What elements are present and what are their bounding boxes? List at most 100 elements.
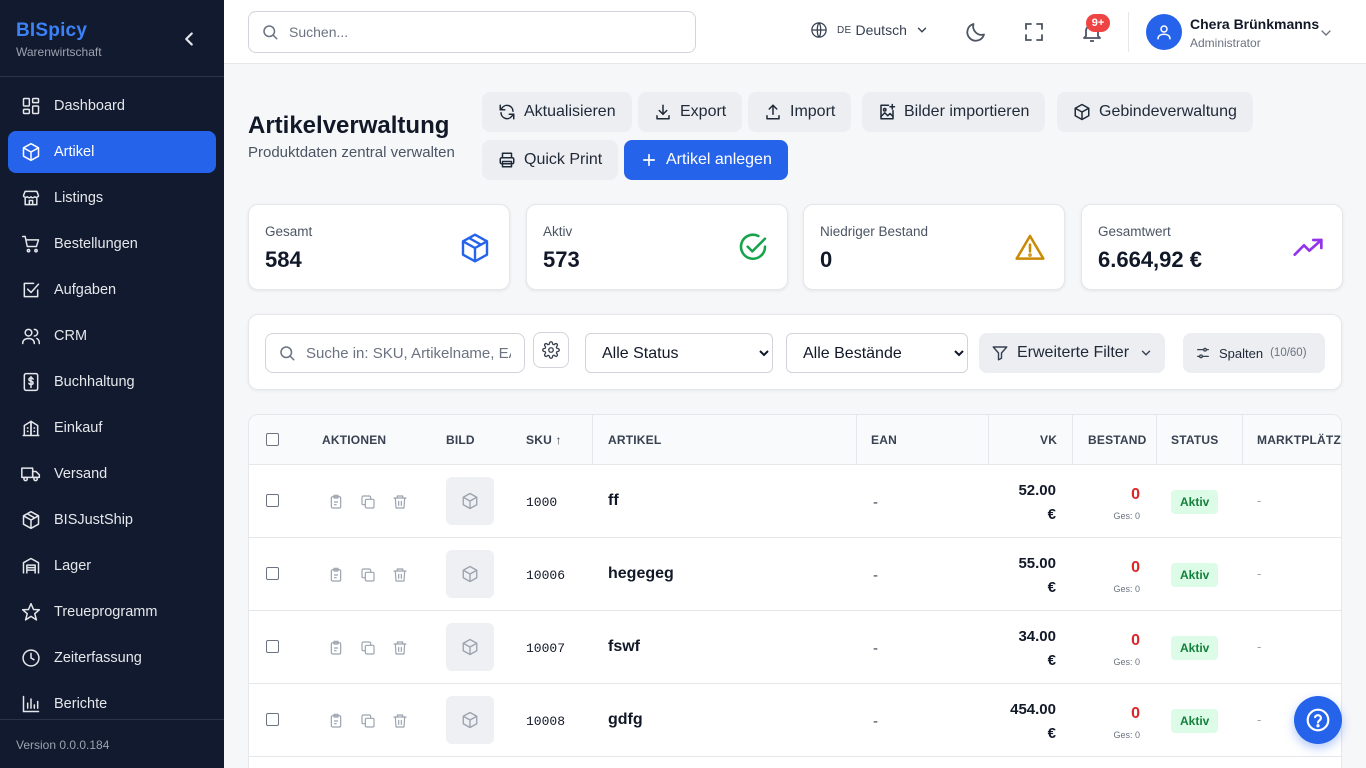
stat-label: Gesamt [265, 224, 313, 239]
column-header-article[interactable]: ARTIKEL [608, 415, 661, 465]
user-menu-chevron-down-icon[interactable] [1318, 25, 1334, 41]
avatar[interactable] [1146, 14, 1182, 50]
global-search-input[interactable] [289, 24, 669, 40]
stock-filter-select[interactable]: Alle Bestände [786, 333, 968, 373]
export-button[interactable]: Export [638, 92, 743, 132]
column-header-ean[interactable]: EAN [871, 415, 897, 465]
duplicate-icon[interactable] [360, 640, 376, 656]
container-management-button[interactable]: Gebindeverwaltung [1057, 92, 1253, 132]
clipboard-copy-icon[interactable] [328, 567, 344, 583]
language-label: Deutsch [855, 22, 907, 38]
help-button[interactable] [1294, 696, 1342, 744]
table-row[interactable]: 1000 ff - 52.00 € 0 Ges: 0 Aktiv - [249, 465, 1341, 538]
dark-mode-moon-icon[interactable] [964, 20, 988, 44]
row-checkbox[interactable] [266, 494, 279, 507]
column-divider [856, 415, 857, 465]
sidebar-item-bisjustship[interactable]: BISJustShip [8, 499, 216, 541]
quick-print-button[interactable]: Quick Print [482, 140, 619, 180]
sidebar-item-versand[interactable]: Versand [8, 453, 216, 495]
clipboard-copy-icon[interactable] [328, 640, 344, 656]
article-thumbnail[interactable] [446, 550, 494, 598]
article-thumbnail[interactable] [446, 477, 494, 525]
trash-icon[interactable] [392, 494, 408, 510]
sidebar-item-lager[interactable]: Lager [8, 545, 216, 587]
import-label: Import [790, 103, 836, 120]
clipboard-copy-icon[interactable] [328, 494, 344, 510]
clipboard-copy-icon[interactable] [328, 713, 344, 729]
columns-button[interactable]: Spalten (10/60) [1183, 333, 1325, 373]
import-images-button[interactable]: Bilder importieren [862, 92, 1046, 132]
article-sku: 10008 [526, 714, 566, 729]
row-checkbox[interactable] [266, 567, 279, 580]
trash-icon[interactable] [392, 640, 408, 656]
sidebar-item-label: Treueprogramm [54, 604, 158, 620]
article-search-input[interactable] [306, 344, 511, 362]
stat-value: 6.664,92 € [1098, 247, 1202, 272]
article-search[interactable] [265, 333, 525, 373]
dollar-doc-icon [21, 372, 41, 392]
article-price-currency: € [1047, 725, 1056, 742]
article-name[interactable]: hegegeg [608, 565, 674, 583]
sidebar-item-zeiterfassung[interactable]: Zeiterfassung [8, 637, 216, 679]
article-stock: 0 [1131, 705, 1140, 722]
article-thumbnail[interactable] [446, 696, 494, 744]
printer-icon [498, 151, 516, 169]
stat-value: 0 [820, 247, 833, 272]
sidebar-item-treueprogramm[interactable]: Treueprogramm [8, 591, 216, 633]
article-name[interactable]: ff [608, 492, 619, 510]
column-header-sku[interactable]: SKU ↑ [526, 415, 562, 465]
article-name[interactable]: fswf [608, 638, 640, 656]
app-version: Version 0.0.0.184 [16, 738, 110, 752]
refresh-button[interactable]: Aktualisieren [482, 92, 632, 132]
duplicate-icon[interactable] [360, 567, 376, 583]
trash-icon[interactable] [392, 567, 408, 583]
duplicate-icon[interactable] [360, 713, 376, 729]
advanced-filters-label: Erweiterte Filter [1017, 344, 1130, 361]
language-flag: DE [837, 24, 852, 36]
global-search[interactable] [248, 11, 696, 53]
status-badge: Aktiv [1171, 709, 1219, 733]
article-thumbnail[interactable] [446, 623, 494, 671]
download-icon [654, 103, 672, 121]
search-settings-button[interactable] [533, 332, 569, 368]
duplicate-icon[interactable] [360, 494, 376, 510]
column-header-status[interactable]: STATUS [1171, 415, 1218, 465]
select-all-checkbox[interactable] [266, 433, 279, 446]
stat-label: Gesamtwert [1098, 224, 1171, 239]
row-checkbox[interactable] [266, 713, 279, 726]
table-row[interactable]: 10008 gdfg - 454.00 € 0 Ges: 0 Aktiv - [249, 684, 1341, 757]
status-filter-select[interactable]: Alle Status [585, 333, 773, 373]
sidebar-item-bestellungen[interactable]: Bestellungen [8, 223, 216, 265]
collapse-sidebar-chevron-left-icon[interactable] [178, 28, 200, 50]
fullscreen-icon[interactable] [1022, 20, 1046, 44]
row-checkbox[interactable] [266, 640, 279, 653]
import-button[interactable]: Import [748, 92, 852, 132]
stat-card-low-stock: Niedriger Bestand 0 [803, 204, 1065, 290]
table-row[interactable]: 10007 fswf - 34.00 € 0 Ges: 0 Aktiv - [249, 611, 1341, 684]
article-stock-total: Ges: 0 [1113, 511, 1140, 521]
table-row[interactable]: 10006 hegegeg - 55.00 € 0 Ges: 0 Aktiv - [249, 538, 1341, 611]
column-header-stock[interactable]: BESTAND [1088, 415, 1147, 465]
sidebar-item-crm[interactable]: CRM [8, 315, 216, 357]
article-name[interactable]: gdfg [608, 711, 643, 729]
sidebar-item-dashboard[interactable]: Dashboard [8, 85, 216, 127]
create-article-button[interactable]: Artikel anlegen [624, 140, 788, 180]
advanced-filters-button[interactable]: Erweiterte Filter [979, 333, 1166, 373]
user-name[interactable]: Chera Brünkmanns [1190, 16, 1319, 32]
sidebar-item-einkauf[interactable]: Einkauf [8, 407, 216, 449]
refresh-icon [498, 103, 516, 121]
sidebar-footer-divider [0, 719, 224, 720]
column-header-vk[interactable]: VK [1040, 415, 1057, 465]
column-header-marketplaces[interactable]: MARKTPLÄTZE [1257, 415, 1341, 465]
sidebar-item-artikel[interactable]: Artikel [8, 131, 216, 173]
sidebar-item-aufgaben[interactable]: Aufgaben [8, 269, 216, 311]
columns-label: Spalten [1219, 345, 1264, 361]
sidebar-item-buchhaltung[interactable]: Buchhaltung [8, 361, 216, 403]
sidebar-item-label: Dashboard [54, 98, 125, 114]
trash-icon[interactable] [392, 713, 408, 729]
sidebar-item-listings[interactable]: Listings [8, 177, 216, 219]
column-divider [988, 415, 989, 465]
search-icon [278, 344, 296, 362]
language-selector[interactable]: DE Deutsch [810, 21, 929, 39]
sidebar-item-label: Buchhaltung [54, 374, 135, 390]
